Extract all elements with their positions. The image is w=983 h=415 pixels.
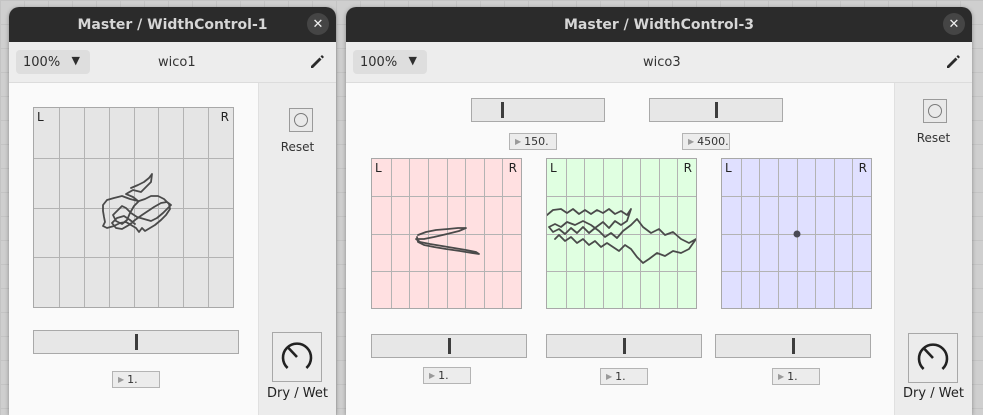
low-band-value: 1.: [438, 369, 449, 382]
width-slider[interactable]: [33, 330, 239, 354]
scope-right-label: R: [683, 161, 692, 175]
plugin-area: L R ▶ 1. Reset Dry / Wet: [9, 83, 336, 415]
window-title: Master / WidthControl-3: [563, 16, 754, 33]
drywet-knob[interactable]: [272, 332, 322, 382]
scope-right-label: R: [220, 110, 229, 124]
window-title: Master / WidthControl-1: [77, 16, 268, 33]
scope-left-label: L: [725, 161, 732, 175]
side-panel: Reset Dry / Wet: [258, 83, 336, 415]
scope-right-label: R: [858, 161, 867, 175]
width-value-box[interactable]: ▶ 1.: [112, 371, 160, 388]
mid-band-width-thumb[interactable]: [623, 338, 626, 354]
reset-button[interactable]: [289, 108, 313, 132]
triangle-icon: ▶: [515, 137, 522, 146]
plugin-area: ▶ 150. ▶ 4500. L R L R L R ▶ 1. ▶ 1. ▶ 1…: [346, 83, 972, 415]
titlebar[interactable]: Master / WidthControl-3 ✕: [346, 7, 972, 42]
width-slider-thumb[interactable]: [135, 334, 138, 350]
reset-button[interactable]: [923, 99, 947, 123]
low-band-width-slider[interactable]: [371, 334, 527, 358]
high-band-value-box[interactable]: ▶ 1.: [772, 368, 820, 385]
widthcontrol-3-window: Master / WidthControl-3 ✕ 100% ▼ wico3 ▶…: [346, 7, 972, 415]
scope-right-label: R: [508, 161, 517, 175]
mid-band-trace: [547, 208, 696, 264]
scope-left-label: L: [37, 110, 44, 124]
crossover-low-thumb[interactable]: [501, 102, 505, 118]
high-band-width-slider[interactable]: [715, 334, 871, 358]
reset-label: Reset: [916, 131, 951, 145]
widthcontrol-1-window: Master / WidthControl-1 ✕ 100% ▼ wico1 L…: [9, 7, 336, 415]
width-value: 1.: [127, 373, 138, 386]
stereo-scope: L R: [33, 107, 234, 308]
mid-band-value-box[interactable]: ▶ 1.: [600, 368, 648, 385]
scope-left-label: L: [550, 161, 557, 175]
pencil-icon[interactable]: [944, 53, 962, 71]
low-band-value-box[interactable]: ▶ 1.: [423, 367, 471, 384]
mid-band-value: 1.: [615, 370, 626, 383]
mid-band-scope: L R: [546, 158, 697, 309]
drywet-label: Dry / Wet: [267, 386, 328, 401]
high-band-scope: L R: [721, 158, 872, 309]
preset-name[interactable]: wico3: [643, 42, 681, 82]
crossover-high-thumb[interactable]: [715, 102, 718, 118]
titlebar[interactable]: Master / WidthControl-1 ✕: [9, 7, 336, 42]
high-band-value: 1.: [787, 370, 798, 383]
triangle-icon: ▶: [606, 372, 613, 381]
knob-icon: [917, 343, 949, 370]
crossover-high-slider[interactable]: [649, 98, 783, 122]
zoom-value: 100%: [360, 54, 398, 70]
high-band-width-thumb[interactable]: [792, 338, 795, 354]
reset-label: Reset: [280, 140, 315, 154]
toolbar: 100% ▼ wico3: [346, 42, 972, 83]
triangle-icon: ▶: [688, 137, 695, 146]
close-button[interactable]: ✕: [307, 13, 329, 35]
close-button[interactable]: ✕: [943, 13, 965, 35]
drywet-knob[interactable]: [908, 333, 958, 383]
knob-icon: [281, 342, 313, 369]
side-panel: Reset Dry / Wet: [894, 83, 972, 415]
crossover-high-value: 4500.: [697, 135, 729, 148]
pencil-icon[interactable]: [308, 53, 326, 71]
close-icon: ✕: [312, 16, 324, 32]
crossover-high-value-box[interactable]: ▶ 4500.: [682, 133, 730, 150]
scope-left-label: L: [375, 161, 382, 175]
crossover-low-value: 150.: [524, 135, 549, 148]
close-icon: ✕: [948, 16, 960, 32]
toolbar: 100% ▼ wico1: [9, 42, 336, 83]
zoom-dropdown[interactable]: 100% ▼: [353, 50, 427, 74]
low-band-width-thumb[interactable]: [448, 338, 451, 354]
chevron-down-icon: ▼: [408, 54, 417, 67]
drywet-label: Dry / Wet: [903, 386, 964, 401]
triangle-icon: ▶: [778, 372, 785, 381]
crossover-low-slider[interactable]: [471, 98, 605, 122]
low-band-scope: L R: [371, 158, 522, 309]
crossover-low-value-box[interactable]: ▶ 150.: [509, 133, 557, 150]
chevron-down-icon: ▼: [71, 54, 80, 67]
high-band-dot: [793, 230, 801, 238]
stereo-trace: [102, 173, 172, 233]
zoom-value: 100%: [23, 54, 61, 70]
mid-band-width-slider[interactable]: [546, 334, 702, 358]
triangle-icon: ▶: [429, 371, 436, 380]
preset-name[interactable]: wico1: [158, 42, 196, 82]
zoom-dropdown[interactable]: 100% ▼: [16, 50, 90, 74]
triangle-icon: ▶: [118, 375, 125, 384]
